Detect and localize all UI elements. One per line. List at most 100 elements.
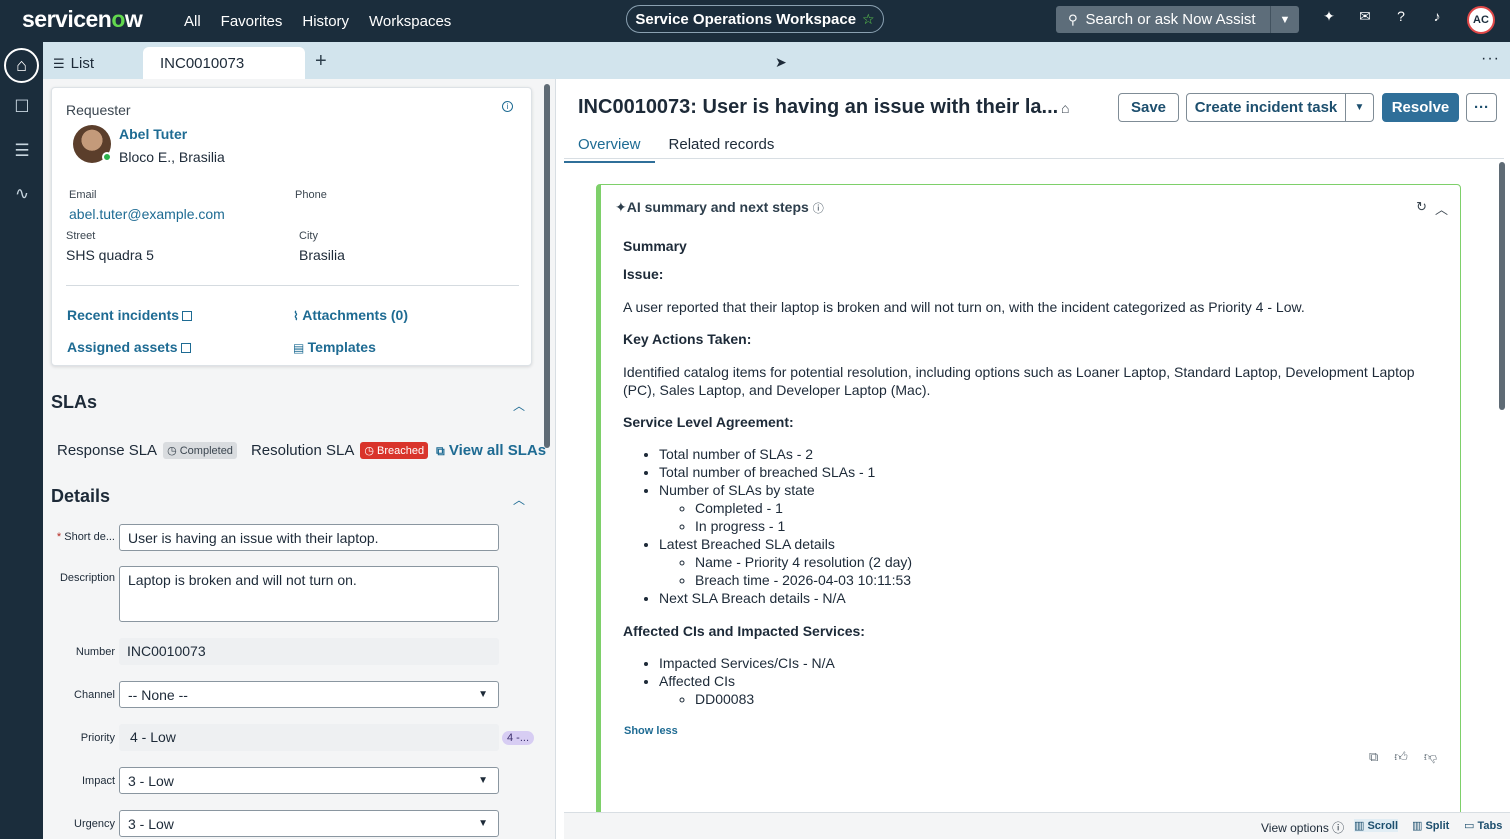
workspace-pill[interactable]: Service Operations Workspace ☆	[626, 5, 884, 33]
split-view-option[interactable]: ▥ Split	[1412, 819, 1449, 832]
info-icon[interactable]: ⓘ	[813, 203, 824, 215]
tab-more-button[interactable]: ···	[1481, 50, 1500, 68]
inbox-icon[interactable]: ☐	[8, 93, 36, 121]
thumbs-down-icon[interactable]: 👎︎	[1424, 749, 1437, 765]
top-navigation: servicenow All Favorites History Workspa…	[0, 0, 1510, 42]
online-status-icon	[102, 152, 112, 162]
city-value: Brasilia	[299, 247, 345, 263]
list-item: Latest Breached SLA details Name - Prior…	[659, 535, 912, 589]
key-actions-text-1: Identified catalog items for potential r…	[623, 364, 1415, 380]
requester-heading: Requester	[66, 102, 131, 118]
tag-icon[interactable]: ⌂	[1061, 100, 1069, 116]
channel-select[interactable]: -- None -- ▼	[119, 681, 499, 708]
nav-all[interactable]: All	[184, 13, 201, 30]
issue-heading: Issue:	[623, 266, 664, 282]
affected-cis-sublist: DD00083	[695, 690, 835, 708]
more-actions-button[interactable]: ···	[1466, 93, 1497, 122]
add-tab-button[interactable]: +	[315, 50, 327, 73]
servicenow-logo[interactable]: servicenow	[22, 6, 143, 33]
tabs-view-option[interactable]: ▭ Tabs	[1464, 819, 1502, 832]
sparkle-icon: ✦	[615, 199, 627, 215]
tab-incident[interactable]: INC0010073	[143, 47, 305, 79]
user-avatar[interactable]: AC	[1467, 6, 1495, 34]
nav-history[interactable]: History	[302, 13, 349, 30]
help-icon[interactable]: ?	[1392, 8, 1410, 25]
feedback-controls: ⧉ 👍︎ 👎︎	[1369, 749, 1437, 765]
home-icon[interactable]: ⌂	[4, 48, 39, 83]
star-icon[interactable]: ☆	[862, 11, 875, 28]
info-icon[interactable]: i	[502, 101, 513, 112]
email-label: Email	[69, 189, 97, 201]
requester-card: Requester i Abel Tuter Bloco E., Brasili…	[51, 87, 532, 366]
templates-link[interactable]: ▤ Templates	[293, 339, 376, 355]
city-label: City	[299, 230, 318, 242]
list-item: Number of SLAs by state Completed - 1 In…	[659, 481, 912, 535]
save-button[interactable]: Save	[1118, 93, 1179, 122]
assigned-assets-link[interactable]: Assigned assets	[67, 339, 191, 355]
attachments-link[interactable]: ⌇ Attachments (0)	[293, 307, 408, 323]
chevron-up-icon[interactable]: ︿	[513, 397, 525, 414]
nav-favorites[interactable]: Favorites	[221, 13, 283, 30]
short-description-label: * Short de...	[56, 531, 115, 543]
external-link-icon: ⧉	[436, 444, 445, 458]
left-rail: ⌂ ☐ ☰ ∿	[0, 42, 43, 839]
urgency-select[interactable]: 3 - Low ▼	[119, 810, 499, 837]
right-panel-scrollbar[interactable]	[1499, 162, 1505, 410]
impact-select[interactable]: 3 - Low ▼	[119, 767, 499, 794]
info-icon[interactable]: ⓘ	[1332, 821, 1344, 835]
copy-icon[interactable]: ⧉	[1369, 749, 1378, 765]
ai-summary-heading: ✦AI summary and next steps ⓘ	[615, 199, 824, 215]
chat-icon[interactable]: ✉	[1356, 8, 1374, 25]
now-assist-sparkle-icon[interactable]: ✦	[1320, 8, 1338, 25]
nav-links: All Favorites History Workspaces	[184, 0, 471, 42]
short-description-input[interactable]: User is having an issue with their lapto…	[119, 524, 499, 551]
notification-bell-icon[interactable]: ♪	[1428, 8, 1446, 25]
email-link[interactable]: abel.tuter@example.com	[69, 206, 225, 222]
chevron-up-icon[interactable]: ︿	[1435, 199, 1448, 218]
top-icons: ✦ ✉ ? ♪	[1320, 8, 1446, 25]
left-panel-scrollbar[interactable]	[544, 84, 550, 448]
scroll-view-option[interactable]: ▥ Scroll	[1354, 819, 1399, 832]
view-all-slas-link[interactable]: ⧉ View all SLAs	[436, 442, 546, 459]
nav-workspaces[interactable]: Workspaces	[369, 13, 451, 30]
street-label: Street	[66, 230, 96, 242]
create-incident-task-button[interactable]: Create incident task	[1186, 93, 1346, 122]
list-item: Completed - 1	[695, 499, 912, 517]
record-left-panel: Requester i Abel Tuter Bloco E., Brasili…	[43, 79, 556, 839]
thumbs-up-icon[interactable]: 👍︎	[1394, 749, 1408, 765]
priority-pill: 4 -...	[502, 731, 535, 745]
list-item: Next SLA Breach details - N/A	[659, 589, 912, 607]
list-icon[interactable]: ☰	[8, 137, 36, 165]
analytics-icon[interactable]: ∿	[8, 180, 36, 208]
requester-avatar	[73, 125, 112, 163]
list-item: In progress - 1	[695, 517, 912, 535]
refresh-icon[interactable]: ↻	[1416, 199, 1427, 218]
description-label: Description	[59, 572, 115, 584]
list-item: DD00083	[695, 690, 835, 708]
view-options-bar: View options ⓘ ▥ Scroll ▥ Split ▭ Tabs	[564, 812, 1510, 839]
requester-location: Bloco E., Brasilia	[119, 149, 225, 165]
number-label: Number	[75, 646, 115, 658]
priority-label: Priority	[80, 732, 115, 744]
sla-heading: Service Level Agreement:	[623, 414, 794, 430]
requester-name[interactable]: Abel Tuter	[119, 126, 187, 142]
resolve-button[interactable]: Resolve	[1382, 93, 1459, 122]
create-task-dropdown[interactable]: ▼	[1345, 93, 1374, 122]
recent-incidents-link[interactable]: Recent incidents	[67, 307, 193, 323]
urgency-label: Urgency	[74, 818, 115, 830]
number-field: INC0010073	[119, 638, 499, 665]
slas-heading: SLAs	[51, 392, 98, 412]
details-heading: Details	[51, 486, 111, 506]
tab-list[interactable]: ☰ List	[51, 48, 94, 79]
description-textarea[interactable]: Laptop is broken and will not turn on.	[119, 566, 499, 622]
resolution-sla-label: Resolution SLA	[250, 442, 355, 459]
show-less-link[interactable]: Show less	[624, 725, 678, 737]
global-search[interactable]: ⚲ Search or ask Now Assist	[1056, 6, 1270, 33]
search-scope-dropdown[interactable]: ▼	[1270, 6, 1299, 33]
list-item: Total number of SLAs - 2	[659, 445, 912, 463]
list-item: Impacted Services/CIs - N/A	[659, 654, 835, 672]
ai-summary-card: ✦AI summary and next steps ⓘ ↻ ︿ Summary …	[596, 184, 1461, 824]
divider	[66, 285, 519, 286]
dropdown-arrow-icon: ▼	[478, 818, 488, 829]
chevron-up-icon[interactable]: ︿	[513, 491, 525, 508]
